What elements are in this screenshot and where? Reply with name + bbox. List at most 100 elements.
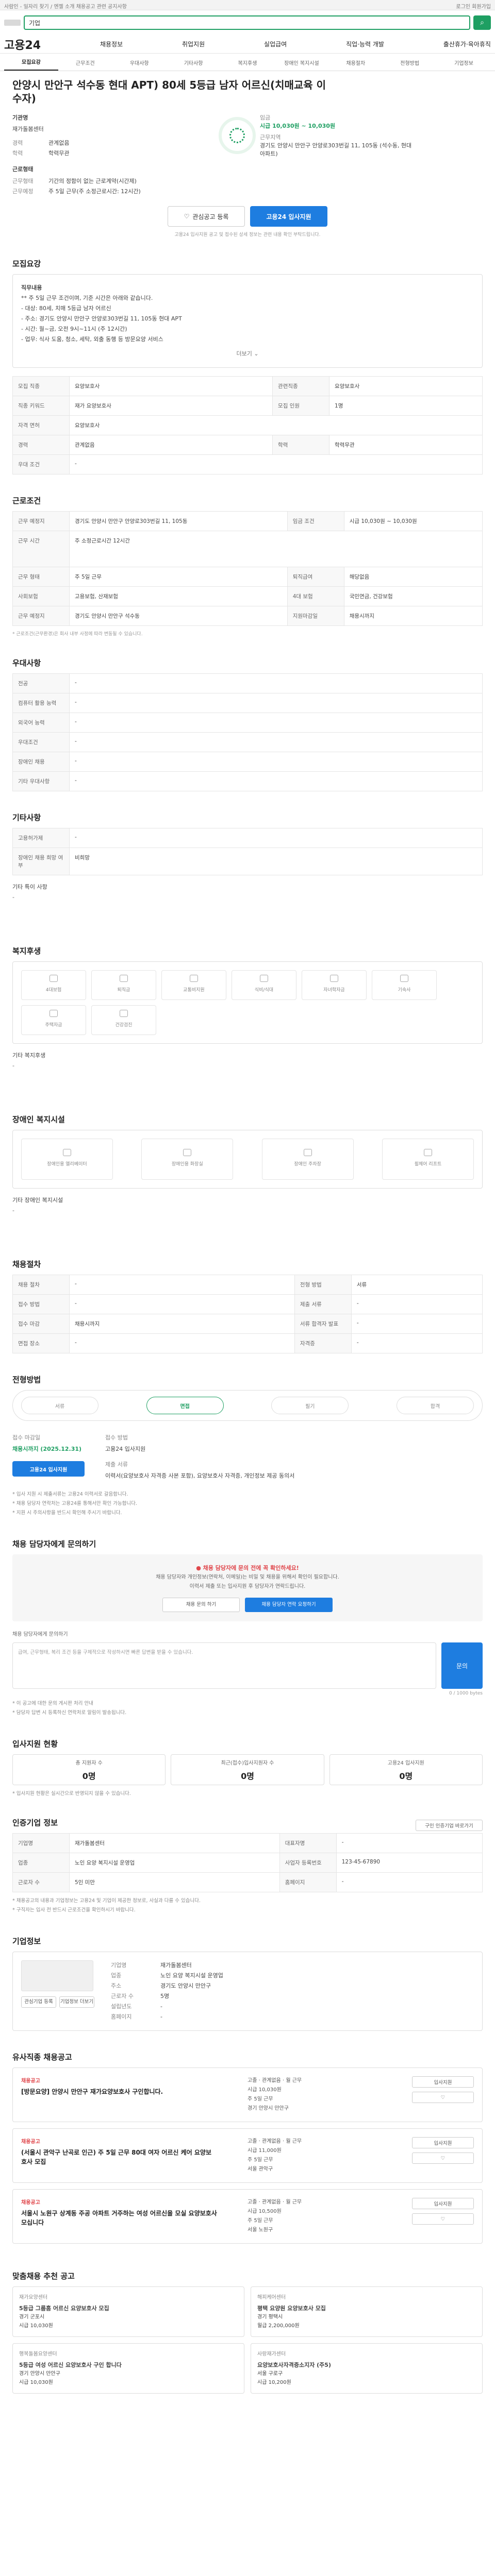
- job-description: 직무내용 ** 주 5일 근무 조건이며, 기준 시간은 아래와 같습니다. -…: [12, 274, 483, 368]
- disability-title: 장애인 복지시설: [12, 1115, 65, 1124]
- search-input[interactable]: 기업: [24, 15, 470, 30]
- conditions-section: 근로조건 근무 예정지 경기도 안양시 만안구 안양로303번길 11, 105동…: [0, 490, 495, 642]
- recruit-title: 모집요강: [12, 259, 41, 268]
- site-logo[interactable]: [4, 20, 21, 26]
- welfare-chip: 자녀학자금: [302, 970, 367, 1000]
- tab-recruit[interactable]: 모집요강: [4, 58, 58, 71]
- company-more-button[interactable]: 기업정보 더보기: [59, 1996, 94, 2008]
- health-icon: [120, 1010, 128, 1017]
- tab-prefer[interactable]: 우대사항: [112, 59, 167, 71]
- related-job[interactable]: 채용공고 서울시 노원구 상계동 주공 아파트 거주하는 여성 어르신을 모실 요…: [12, 2189, 483, 2244]
- apply-deadline-value: 채용시까지 (2025.12.31): [12, 1446, 82, 1452]
- tab-conditions[interactable]: 근무조건: [58, 59, 112, 71]
- save-job-button[interactable]: ♡ 관심공고 등록: [168, 206, 245, 227]
- related-apply-button[interactable]: 입사지원: [412, 2137, 474, 2148]
- tab-welfare[interactable]: 복지후생: [221, 59, 275, 71]
- tab-company[interactable]: 기업정보: [437, 59, 491, 71]
- related-save-button[interactable]: ♡: [412, 2153, 474, 2164]
- emp-type-label: 근무형태: [12, 178, 34, 184]
- qa-count: 0 / 1000 bytes: [449, 1691, 483, 1696]
- recruit-section: 모집요강 직무내용 ** 주 5일 근무 조건이며, 기준 시간은 아래와 같습…: [0, 253, 495, 480]
- nav-item-leave[interactable]: 출산휴가·육아휴직: [443, 40, 491, 48]
- nav-item-jobs[interactable]: 채용정보: [100, 40, 123, 48]
- prefer-title: 우대사항: [12, 658, 41, 668]
- step-written: 필기: [271, 1397, 349, 1414]
- nav-item-support[interactable]: 취업지원: [182, 40, 205, 48]
- tab-etc[interactable]: 기타사항: [167, 59, 221, 71]
- apply-method-value: 고용24 입사지원: [105, 1446, 146, 1452]
- elevator-icon: [63, 1149, 71, 1156]
- cert-link-button[interactable]: 구인 인증기업 바로가기: [416, 1819, 483, 1831]
- table-row: 외국어 능력 -: [12, 713, 483, 733]
- contact-request-button[interactable]: 채용 담당자 연락 요청하기: [245, 1598, 333, 1612]
- process-title: 채용절차: [12, 1260, 41, 1269]
- tab-process[interactable]: 채용절차: [328, 59, 383, 71]
- search-button[interactable]: ⌕: [473, 15, 491, 30]
- inquiry-button[interactable]: 채용 문의 하기: [162, 1598, 240, 1612]
- table-row: 근로자 수 5인 미만 홈페이지 -: [12, 1872, 483, 1892]
- table-row: 전공 -: [12, 673, 483, 693]
- table-row: 장애인 채용 희망 여부 비희망: [12, 848, 483, 875]
- top-login-links[interactable]: 로그인 회원가입: [456, 2, 491, 10]
- related-job[interactable]: 채용공고 (서울시 관악구 난곡로 인근) 주 5일 근무 80대 여자 어르신 …: [12, 2128, 483, 2183]
- wage-chart-icon: [219, 117, 256, 154]
- more-button[interactable]: 더보기 ⌄: [21, 349, 474, 359]
- method-note: * 채용 담당자 연락처는 고용24를 통해서만 확인 가능합니다.: [12, 1501, 138, 1506]
- recommend-card[interactable]: 재가요양센터 5등급 그룹홈 어르신 요양보호사 모집 경기 군포시 시급 10,03…: [12, 2286, 244, 2337]
- recommend-card[interactable]: 해피케어센터 평택 요양원 요양보호사 모집 경기 평택시 월급 2,200,000원: [251, 2286, 483, 2337]
- apply-button[interactable]: 고용24 입사지원: [250, 206, 327, 227]
- related-apply-button[interactable]: 입사지원: [412, 2198, 474, 2209]
- addr-value: 경기도 안양시 만안구 안양로303번길 11, 105동 (석수동, 현대아파…: [260, 142, 412, 157]
- related-save-button[interactable]: ♡: [412, 2092, 474, 2103]
- disability-section: 장애인 복지시설 장애인용 엘리베이터 장애인용 화장실 장애인 주차장 휠체어…: [0, 1109, 495, 1243]
- etc-section: 기타사항 고용허가제 - 장애인 채용 희망 여부 비희망 기타 특이 사항 -: [0, 807, 495, 930]
- recommend-card[interactable]: 사랑재가센터 요양보호사자격증소지자 (주5) 서울 구로구 시급 10,200원: [251, 2343, 483, 2394]
- career-label: 경력: [12, 140, 23, 146]
- restroom-icon: [183, 1149, 192, 1156]
- status-title: 입사지원 현황: [12, 1739, 58, 1749]
- related-save-button[interactable]: ♡: [412, 2213, 474, 2225]
- banner-line: 이력서 제출 또는 입사지원 후 담당자가 연락드립니다.: [189, 1584, 306, 1589]
- nav-item-training[interactable]: 직업·능력 개발: [346, 40, 384, 48]
- desc-line: - 주소: 경기도 안양시 만안구 안양로303번길 11, 105동 현대 A…: [21, 315, 182, 322]
- qa-textarea[interactable]: 급여, 근무형태, 복리 조건 등을 구체적으로 작성하시면 빠른 답변을 받을…: [12, 1642, 436, 1689]
- recommend-title: 맞춤채용 추천 공고: [12, 2272, 75, 2281]
- job-header: 안양시 만안구 석수동 현대 APT) 80세 5등급 남자 어르신(치매교육 …: [0, 71, 495, 253]
- method-section: 전형방법 서류 면접 필기 합격 접수 마감일 채용시까지 (2025.12.3…: [0, 1369, 495, 1523]
- table-row: 근무 예정지 경기도 안양시 만안구 안양로303번길 11, 105동 임금 조건…: [12, 511, 483, 531]
- nav-item-benefit[interactable]: 실업급여: [264, 40, 287, 48]
- table-row: 사회보험 고용보험, 산재보험 4대 보험 국민연금, 건강보험: [12, 586, 483, 606]
- step-document: 서류: [21, 1397, 98, 1414]
- qa-box-label: 채용 담당자에게 문의하기: [12, 1632, 68, 1637]
- search-icon: ⌕: [480, 19, 484, 27]
- brand-logo[interactable]: 고용24: [4, 36, 41, 53]
- heart-icon: ♡: [440, 2155, 446, 2161]
- related-job[interactable]: 채용공고 [방문요양] 안양시 만안구 재가요양보호사 구인합니다. 고졸 · 관…: [12, 2067, 483, 2122]
- disability-etc-label: 기타 장애인 복지시설: [12, 1197, 63, 1204]
- apply-note: 고용24 입사지원 공고 및 접수된 상세 정보는 관련 내용 확인 부탁드립니…: [174, 232, 321, 238]
- conditions-title: 근로조건: [12, 496, 41, 505]
- welfare-chip: 기숙사: [372, 970, 437, 1000]
- pay-label: 임금: [260, 114, 271, 121]
- apply-button-2[interactable]: 고용24 입사지원: [12, 1461, 85, 1477]
- qa-send-button[interactable]: 문의: [441, 1642, 483, 1689]
- welfare-title: 복지후생: [12, 946, 41, 956]
- company-name-value: 재가돌봄센터: [160, 1962, 192, 1969]
- conditions-footnote: * 근로조건(근무환경)은 회사 내부 사정에 따라 변동될 수 있습니다.: [12, 632, 143, 637]
- tab-disability[interactable]: 장애인 복지시설: [274, 59, 328, 71]
- search-row: 기업 ⌕: [0, 10, 495, 35]
- tab-method[interactable]: 전형방법: [383, 59, 437, 71]
- company-logo: [21, 1960, 93, 1991]
- method-note: * 입사 지원 시 제출서류는 고용24 이력서로 갈음합니다.: [12, 1492, 128, 1497]
- recruit-table: 모집 직종 요양보호사 관련직종 요양보호사 직종 키워드 재가 요양보호사 모집 인원 1…: [12, 376, 483, 474]
- company-follow-button[interactable]: 관심기업 등록: [21, 1996, 56, 2008]
- related-apply-button[interactable]: 입사지원: [412, 2076, 474, 2088]
- banner-line: 채용 담당자와 개인정보(연락처, 이메일)는 비밀 및 채용을 위해서 확인이…: [156, 1574, 339, 1580]
- addr-label: 근무지역: [260, 134, 281, 141]
- company-label: 기관명: [12, 114, 28, 121]
- table-row: 접수 방법 - 제출 서류 -: [12, 1294, 483, 1314]
- recommend-card[interactable]: 행복돌봄요양센터 5등급 여성 어르신 요양보호사 구인 합니다 경기 안양시 만안…: [12, 2343, 244, 2394]
- table-row: 기업명 재가돌봄센터 대표자명 -: [12, 1833, 483, 1853]
- process-table: 채용 절차 - 전형 방법 서류 접수 방법 - 제출 서류 - 접수 마감 채용시까지 서류 …: [12, 1275, 483, 1353]
- table-row: 기타 우대사항 -: [12, 771, 483, 791]
